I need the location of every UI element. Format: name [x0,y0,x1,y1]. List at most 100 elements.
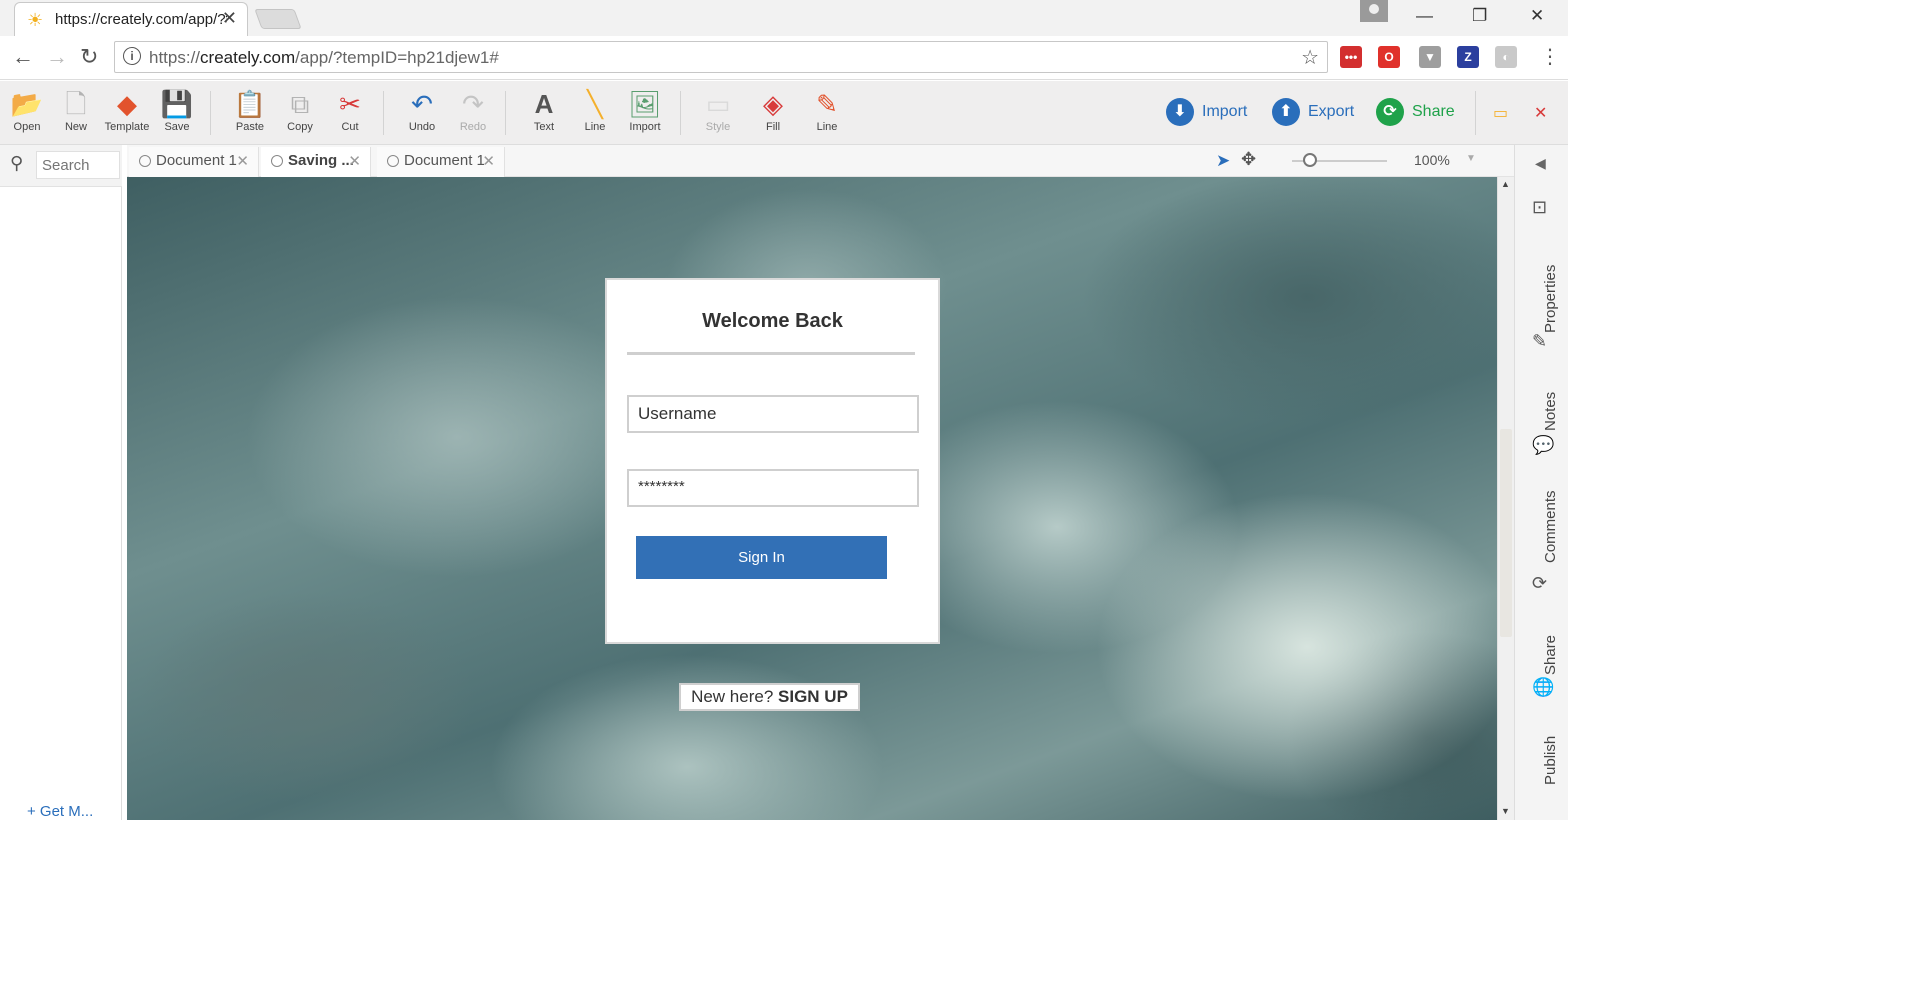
text-button[interactable]: A Text [519,87,569,141]
fill-button[interactable]: ◈ Fill [748,87,798,141]
chevron-down-icon[interactable]: ▼ [1466,153,1476,164]
save-button[interactable]: 💾 Save [152,87,202,141]
url-text: https://creately.com/app/?tempID=hp21dje… [149,48,499,67]
forward-icon[interactable]: → [46,44,68,70]
side-tab-share[interactable]: ⟳ Share [1515,573,1569,685]
share-icon: ⟳ [1532,573,1548,593]
paste-label: Paste [235,121,265,133]
collapse-panel-icon[interactable]: ◀ [1535,155,1546,172]
properties-icon: ⊡ [1532,197,1548,217]
redo-icon: ↷ [462,89,484,119]
line-button[interactable]: ╲ Line [570,87,620,141]
scroll-down-icon[interactable]: ▼ [1501,806,1510,816]
close-icon[interactable]: ✕ [222,8,237,29]
export-button[interactable]: ⬆ Export [1272,95,1354,129]
search-icon[interactable]: ⚲ [10,153,23,174]
shield-icon[interactable]: ▼ [1419,46,1441,68]
chrome-menu-icon[interactable]: ⋮ [1540,44,1560,69]
copy-button[interactable]: ⧉ Copy [275,87,325,141]
cut-button[interactable]: ✂ Cut [325,87,375,141]
undo-label: Undo [408,121,436,133]
separator [680,91,681,135]
scroll-thumb[interactable] [1500,429,1512,637]
sync-icon[interactable]: ◐ [1495,46,1517,68]
style-button[interactable]: ▭ Style [693,87,743,141]
sign-in-button[interactable]: Sign In [636,536,887,579]
side-tab-comments[interactable]: 💬 Comments [1515,435,1569,573]
save-label: Save [164,121,190,133]
login-title: Welcome Back [702,310,843,332]
new-button[interactable]: 🗋 New [51,87,101,141]
username-field[interactable]: Username [627,395,919,433]
template-label: Template [104,121,150,133]
close-toolbar-icon[interactable]: ✕ [1534,103,1547,123]
minimize-icon[interactable]: — [1416,6,1433,26]
import-image-button[interactable]: 🖼 Import [620,87,670,141]
line-style-button[interactable]: ✎ Line [802,87,852,141]
canvas-scrollbar[interactable]: ▲ ▼ [1497,177,1514,820]
browser-titlebar: ☀ https://creately.com/app/?tempID=hp21d… [0,0,1568,36]
side-tab-properties[interactable]: ⊡ Properties [1515,197,1569,343]
document-tab[interactable]: Document 1 ✕ [129,147,259,177]
app-toolbar: 📂 Open 🗋 New ◆ Template 💾 Save 📋 Paste ⧉ Copy ✂ Cut ↶ U… [0,81,1568,145]
bookmark-star-icon[interactable]: ☆ [1301,45,1319,70]
paste-button[interactable]: 📋 Paste [225,87,275,141]
notes-label: Notes [1542,391,1559,431]
zotero-icon[interactable]: Z [1457,46,1479,68]
get-more-shapes-link[interactable]: + Get M... [27,803,93,820]
text-label: Text [533,121,555,133]
scroll-up-icon[interactable]: ▲ [1501,179,1510,189]
reload-icon[interactable]: ↻ [80,44,98,70]
login-card: Welcome Back Username ******** Sign In [605,278,940,644]
side-tab-notes[interactable]: ✎ Notes [1515,331,1569,441]
style-label: Style [705,121,731,133]
library-search-input[interactable] [36,151,120,179]
comments-label: Comments [1542,490,1559,563]
close-tab-icon[interactable]: ✕ [236,152,249,170]
document-tab[interactable]: Document 1 ✕ [377,147,505,177]
address-bar[interactable]: i https://creately.com/app/?tempID=hp21d… [114,41,1328,73]
signup-prompt[interactable]: New here? SIGN UP [679,683,860,711]
new-tab-button[interactable] [254,9,302,29]
opera-icon[interactable]: O [1378,46,1400,68]
window-close-icon[interactable]: ✕ [1530,6,1544,26]
redo-button[interactable]: ↷ Redo [448,87,498,141]
cut-label: Cut [341,121,359,133]
close-tab-icon[interactable]: ✕ [348,152,361,170]
separator [505,91,506,135]
restore-icon[interactable]: ❐ [1472,6,1487,26]
side-tab-publish[interactable]: 🌐 Publish [1515,677,1569,795]
password-field[interactable]: ******** [627,469,919,507]
title-divider [627,352,915,355]
back-icon[interactable]: ← [12,44,34,70]
browser-tab[interactable]: ☀ https://creately.com/app/?tempID=hp21d… [14,2,248,36]
undo-button[interactable]: ↶ Undo [397,87,447,141]
info-icon[interactable]: i [123,47,141,65]
share-button[interactable]: ⟳ Share [1376,95,1455,129]
diagram-canvas[interactable]: Welcome Back Username ******** Sign In N… [127,177,1497,820]
cut-icon: ✂ [339,89,361,119]
bulb-icon: ☀ [27,10,44,30]
pan-tool-icon[interactable]: ✥ [1241,149,1256,170]
zoom-level[interactable]: 100% [1414,152,1450,168]
open-label: Open [13,121,41,133]
pointer-tool-icon[interactable]: ➤ [1216,151,1230,171]
open-button[interactable]: 📂 Open [2,87,52,141]
import-image-icon: 🖼 [628,89,662,119]
minimize-toolbar-icon[interactable]: ▭ [1493,103,1508,123]
notes-icon: ✎ [1532,331,1548,351]
text-icon: A [534,89,554,119]
close-tab-icon[interactable]: ✕ [482,152,495,170]
document-tab-label: Saving ... [288,152,354,169]
template-button[interactable]: ◆ Template [102,87,152,141]
import-button[interactable]: ⬇ Import [1166,95,1247,129]
signup-link[interactable]: SIGN UP [778,687,848,706]
lastpass-icon[interactable]: ••• [1340,46,1362,68]
document-tab[interactable]: Saving ... ✕ [261,147,371,177]
separator [210,91,211,135]
tab-status-icon [271,155,283,167]
zoom-slider-handle[interactable] [1303,153,1317,167]
profile-icon[interactable] [1360,0,1388,22]
document-tab-bar: Document 1 ✕ Saving ... ✕ Document 1 ✕ ➤ ✥ 10… [127,145,1517,177]
fill-label: Fill [765,121,781,133]
